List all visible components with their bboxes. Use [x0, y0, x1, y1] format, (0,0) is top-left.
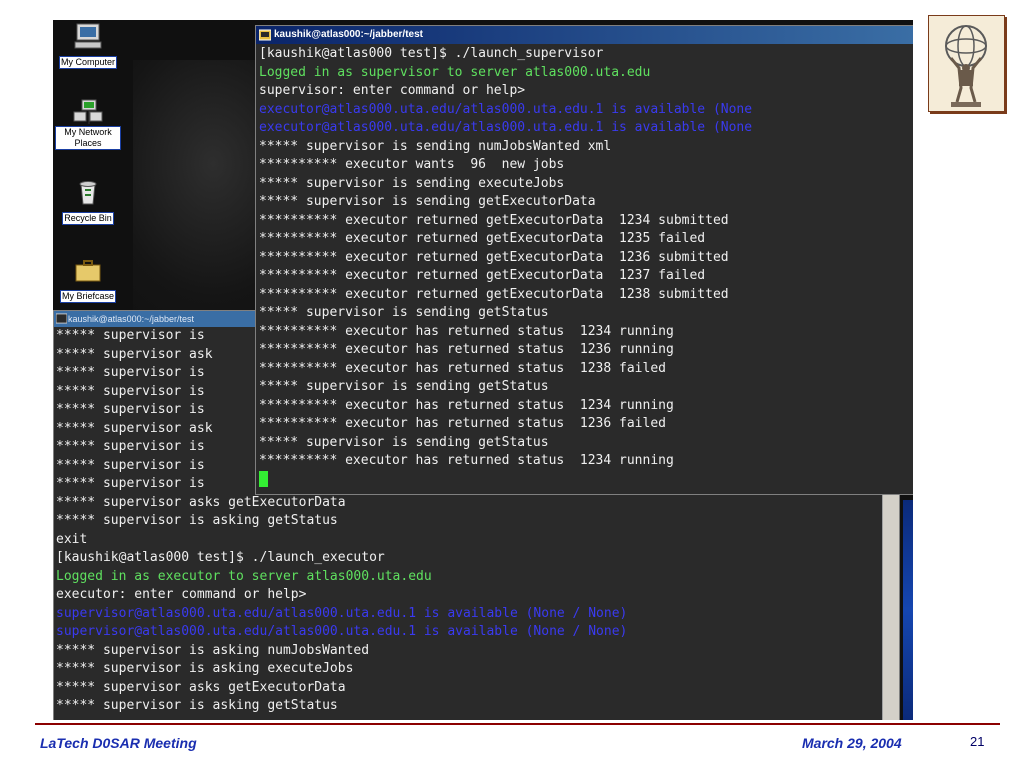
- desktop-icon-my-computer[interactable]: My Computer: [53, 22, 123, 69]
- recycle-bin-icon: [79, 181, 97, 205]
- terminal-line: ********** executor returned getExecutor…: [259, 268, 706, 283]
- terminal-line: supervisor@atlas000.uta.edu/atlas000.uta…: [56, 624, 628, 639]
- terminal-line: ********** executor has returned status …: [259, 397, 674, 413]
- footer-meeting-title: LaTech D0SAR Meeting: [40, 735, 197, 751]
- terminal-line: ********** executor returned getExecutor…: [259, 249, 729, 265]
- terminal-line: ***** supervisor is asking getStatus: [56, 513, 338, 528]
- terminal-line: ***** supervisor is asking getStatus: [56, 698, 338, 713]
- terminal-icon: [259, 29, 271, 41]
- terminal-line: exit: [56, 531, 88, 547]
- terminal-line: ********** executor has returned status …: [259, 416, 666, 431]
- terminal-cursor: [259, 471, 268, 487]
- footer-date: March 29, 2004: [802, 735, 902, 751]
- terminal-line: ***** supervisor is sending getExecutorD…: [259, 194, 596, 209]
- terminal-line: [kaushik@atlas000 test]$ ./launch_execut…: [56, 550, 385, 565]
- computer-icon: [74, 23, 102, 49]
- terminal-line: ********** executor has returned status …: [259, 342, 674, 357]
- terminal-line: ***** supervisor is sending executeJobs: [259, 175, 565, 191]
- desktop-icon-recycle-bin[interactable]: Recycle Bin: [53, 178, 123, 225]
- terminal-line: ********** executor returned getExecutor…: [259, 286, 729, 302]
- terminal-line: Logged in as executor to server atlas000…: [56, 568, 432, 584]
- front-terminal-title: kaushik@atlas000:~/jabber/test: [274, 29, 423, 40]
- terminal-line: executor@atlas000.uta.edu/atlas000.uta.e…: [259, 101, 753, 117]
- terminal-line: supervisor: enter command or help>: [259, 83, 526, 98]
- footer-rule: [35, 723, 1000, 725]
- network-places-icon: [73, 99, 103, 124]
- back-terminal-title: kaushik@atlas000:~/jabber/test: [68, 314, 194, 324]
- terminal-line: ***** supervisor is asking numJobsWanted: [56, 642, 370, 658]
- terminal-line: ***** supervisor is sending getStatus: [259, 379, 549, 394]
- terminal-line: ***** supervisor is sending getStatus: [259, 305, 549, 320]
- terminal-line: executor@atlas000.uta.edu/atlas000.uta.e…: [259, 120, 753, 135]
- terminal-line: ***** supervisor is sending getStatus: [259, 434, 549, 450]
- terminal-line: ***** supervisor is asking executeJobs: [56, 661, 354, 676]
- desktop-icon-label: My Computer: [58, 56, 117, 69]
- terminal-line: executor: enter command or help>: [56, 587, 307, 602]
- atlas-figure-icon: [945, 25, 987, 107]
- terminal-line: ********** executor has returned status …: [259, 360, 666, 376]
- terminal-line: [kaushik@atlas000 test]$ ./launch_superv…: [259, 46, 604, 61]
- terminal-line: ***** supervisor asks getExecutorData: [56, 494, 346, 510]
- desktop-icon-label: My Briefcase: [59, 290, 116, 303]
- desktop-screenshot: My Computer My Network Places Recycle Bi…: [53, 20, 913, 720]
- terminal-line: ********** executor has returned status …: [259, 453, 674, 468]
- terminal-line: ********** executor returned getExecutor…: [259, 212, 729, 228]
- desktop-icon-my-briefcase[interactable]: My Briefcase: [53, 256, 123, 303]
- terminal-line: Logged in as supervisor to server atlas0…: [259, 64, 651, 80]
- front-terminal-output: [kaushik@atlas000 test]$ ./launch_superv…: [256, 44, 913, 489]
- terminal-line: supervisor@atlas000.uta.edu/atlas000.uta…: [56, 605, 628, 621]
- front-terminal-titlebar[interactable]: kaushik@atlas000:~/jabber/test: [256, 26, 913, 44]
- desktop-icon-my-network-places[interactable]: My Network Places: [53, 98, 123, 150]
- terminal-line: ***** supervisor is sending numJobsWante…: [259, 138, 612, 154]
- terminal-line: ********** executor wants 96 new jobs: [259, 157, 565, 172]
- terminal-line: ***** supervisor asks getExecutorData: [56, 679, 346, 695]
- page-number: 21: [970, 734, 985, 749]
- terminal-icon: [56, 313, 67, 324]
- front-terminal-window[interactable]: kaushik@atlas000:~/jabber/test [kaushik@…: [255, 25, 913, 495]
- terminal-line: ********** executor returned getExecutor…: [259, 231, 706, 246]
- briefcase-icon: [75, 260, 101, 282]
- wallpaper-accent: [903, 500, 913, 720]
- terminal-line: ********** executor has returned status …: [259, 323, 674, 339]
- desktop-icon-label: Recycle Bin: [62, 212, 114, 225]
- desktop-icon-label: My Network Places: [55, 126, 121, 150]
- atlas-logo: [928, 15, 1005, 112]
- terminal-prompt-line[interactable]: [259, 471, 913, 490]
